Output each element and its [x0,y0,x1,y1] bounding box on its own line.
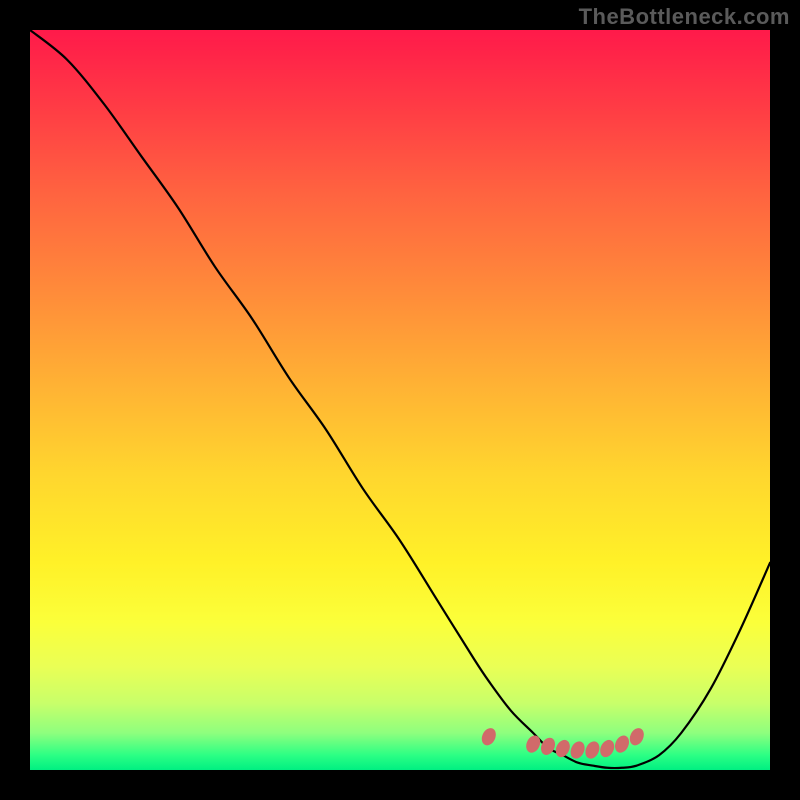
plot-area [30,30,770,770]
marker-dot [568,739,587,761]
bottleneck-curve [30,30,770,768]
marker-dot [553,738,572,760]
marker-dot [612,733,631,755]
marker-dot [627,726,646,748]
marker-dot [598,738,617,760]
marker-dot [583,739,602,761]
highlight-markers [479,726,646,761]
watermark-text: TheBottleneck.com [579,4,790,30]
chart-frame: TheBottleneck.com [0,0,800,800]
marker-dot [524,733,543,755]
curve-layer [30,30,770,770]
marker-dot [479,726,498,748]
marker-dot [538,735,557,757]
